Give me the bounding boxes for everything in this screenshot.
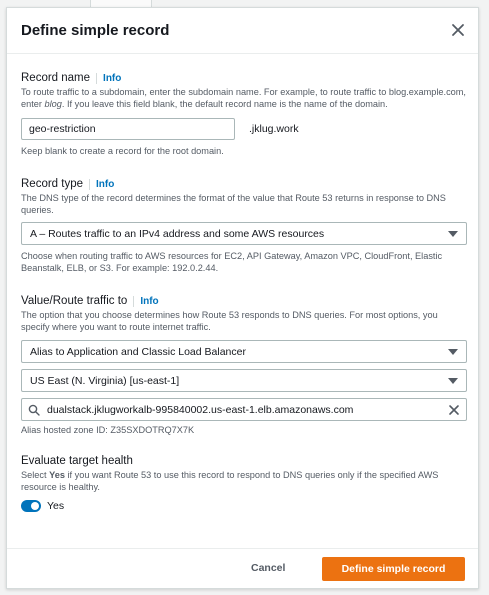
value-route-label-row: Value/Route traffic to Info: [21, 295, 467, 307]
search-content: dualstack.jklugworkalb-995840002.us-east…: [28, 404, 353, 416]
define-simple-record-modal: Define simple record Record name Info To…: [6, 7, 479, 589]
close-button[interactable]: [450, 22, 466, 38]
chevron-down-icon: [448, 377, 458, 384]
hosted-zone-id: Alias hosted zone ID: Z35SXDOTRQ7X7K: [21, 425, 195, 435]
endpoint-selected: Alias to Application and Classic Load Ba…: [30, 345, 246, 358]
endpoint-select[interactable]: Alias to Application and Classic Load Ba…: [21, 340, 467, 363]
value-route-label: Value/Route traffic to: [21, 295, 128, 307]
record-type-label: Record type: [21, 178, 84, 190]
close-icon: [452, 24, 464, 36]
record-type-selected: A – Routes traffic to an IPv4 address an…: [30, 227, 325, 240]
define-simple-record-button-label: Define simple record: [341, 563, 446, 575]
record-name-label: Record name: [21, 72, 91, 84]
record-name-description: To route traffic to a subdomain, enter t…: [21, 87, 466, 109]
modal-title: Define simple record: [21, 22, 170, 39]
value-route-info-link[interactable]: Info: [140, 296, 158, 307]
health-toggle-row: Yes: [21, 500, 467, 512]
health-description: Select Yes if you want Route 53 to use t…: [21, 470, 439, 492]
divider: [133, 295, 135, 307]
health-label: Evaluate target health: [21, 455, 133, 467]
load-balancer-search-input[interactable]: dualstack.jklugworkalb-995840002.us-east…: [21, 398, 467, 421]
record-name-value: geo-restriction: [29, 123, 96, 135]
modal-body: Record name Info To route traffic to a s…: [21, 72, 467, 512]
record-type-select[interactable]: A – Routes traffic to an IPv4 address an…: [21, 222, 467, 245]
search-icon: [28, 404, 40, 416]
health-toggle[interactable]: [21, 500, 41, 512]
record-name-hint: Keep blank to create a record for the ro…: [21, 146, 224, 156]
chevron-down-icon: [448, 230, 458, 237]
clear-icon: [449, 404, 459, 415]
record-name-label-row: Record name Info: [21, 72, 467, 84]
record-name-input-row: geo-restriction .jklug.work: [21, 118, 467, 140]
record-type-label-row: Record type Info: [21, 178, 467, 190]
divider: [96, 72, 98, 84]
record-type-info-link[interactable]: Info: [96, 179, 114, 190]
cancel-button[interactable]: Cancel: [251, 562, 285, 574]
modal-footer: Cancel Define simple record: [7, 548, 478, 591]
toggle-knob: [31, 502, 39, 510]
define-simple-record-button[interactable]: Define simple record: [322, 557, 465, 581]
search-value: dualstack.jklugworkalb-995840002.us-east…: [47, 403, 354, 416]
divider: [89, 178, 91, 190]
health-toggle-label: Yes: [47, 500, 65, 512]
domain-suffix: .jklug.work: [249, 123, 299, 135]
record-name-info-link[interactable]: Info: [103, 73, 121, 84]
modal-header: Define simple record: [7, 8, 478, 54]
chevron-down-icon: [448, 348, 458, 355]
value-route-description: The option that you choose determines ho…: [21, 310, 438, 332]
health-label-row: Evaluate target health: [21, 455, 467, 467]
region-select[interactable]: US East (N. Virginia) [us-east-1]: [21, 369, 467, 392]
record-type-hint: Choose when routing traffic to AWS resou…: [21, 251, 443, 273]
clear-button[interactable]: [448, 404, 460, 416]
region-selected: US East (N. Virginia) [us-east-1]: [30, 374, 180, 387]
record-type-description: The DNS type of the record determines th…: [21, 193, 446, 215]
record-name-input[interactable]: geo-restriction: [21, 118, 235, 140]
